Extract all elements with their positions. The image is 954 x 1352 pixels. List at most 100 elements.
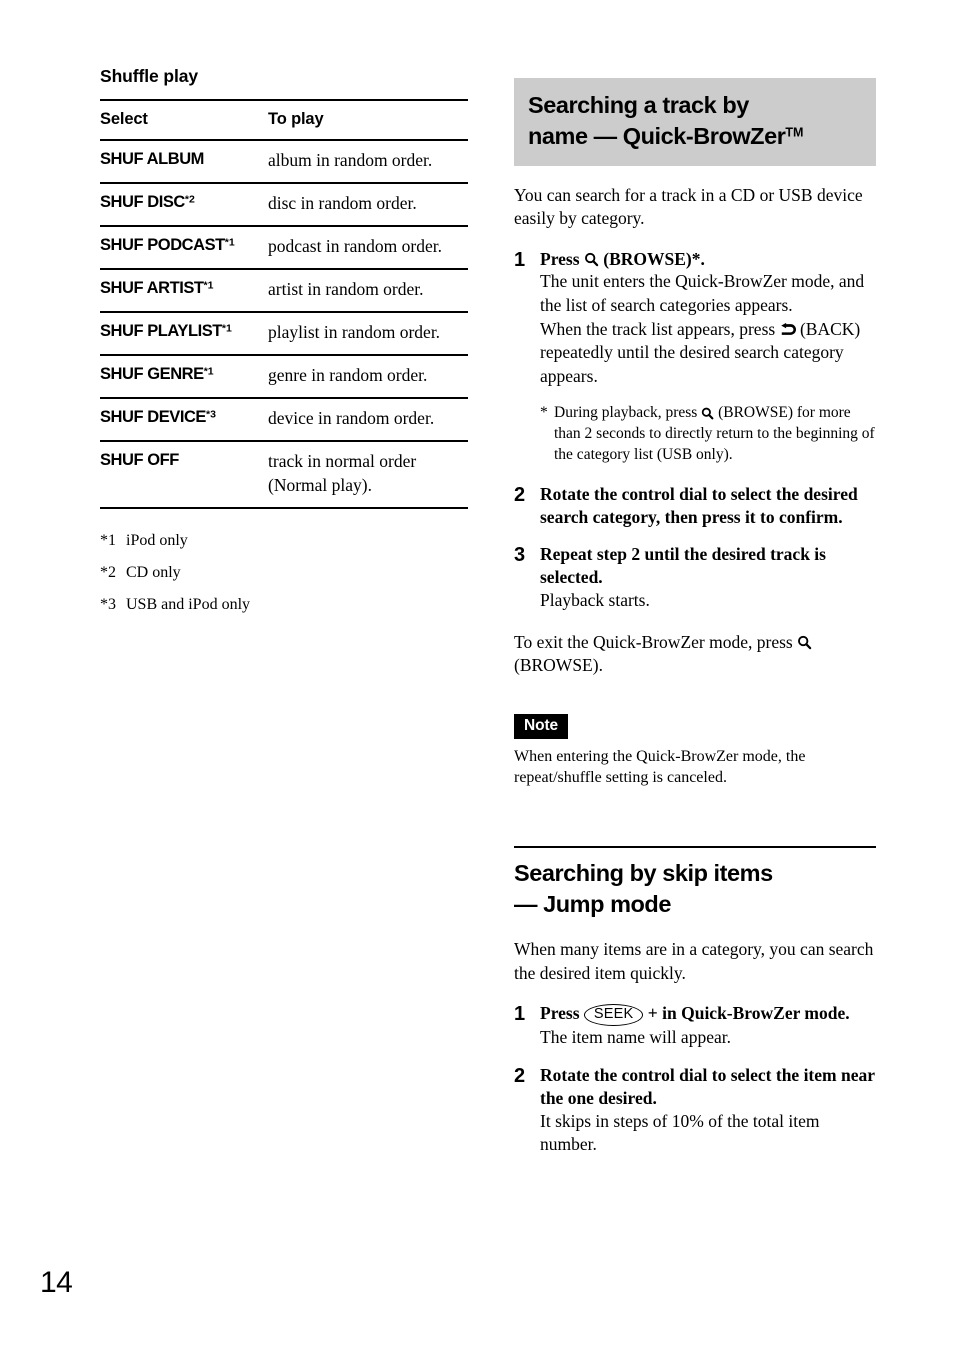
footnote-mark: *1 (100, 531, 116, 549)
cell-to-play: track in normal order (Normal play). (268, 439, 468, 509)
step-number: 1 (514, 248, 526, 271)
step-lead-prefix: Press (540, 248, 584, 269)
cell-select: SHUF DEVICE*3 (100, 396, 268, 441)
step-number: 3 (514, 544, 526, 567)
note-badge: Note (514, 713, 569, 739)
column-header-select: Select (100, 99, 268, 140)
table-row: SHUF ALBUM album in random order. (100, 139, 468, 183)
section1-intro: You can search for a track in a CD or US… (514, 184, 863, 229)
footnote-marker: *1 (203, 279, 214, 292)
seek-button-graphic: SEEK (583, 1004, 644, 1027)
step1-asterisk-note: * During playback, press (BROWSE) for mo… (540, 402, 876, 465)
cell-select: SHUF PLAYLIST*1 (100, 310, 268, 355)
footnote-list: *1 iPod only *2 CD only *3 USB and iPod … (100, 531, 468, 615)
step-item: 1 Press SEEK + in Quick-BrowZer mode. Th… (514, 1002, 876, 1050)
footnote-marker: *1 (203, 365, 214, 378)
section-divider-rule (514, 845, 876, 848)
table-row: SHUF DEVICE*3 device in random order. (100, 396, 468, 441)
step-sub-text: The item name will appear. (540, 1027, 731, 1048)
footnote-item: *3 USB and iPod only (100, 595, 468, 615)
step-item: 1 Press (BROWSE)*. The unit enters the Q… (514, 248, 876, 389)
step-lead-suffix: + in Quick-BrowZer mode. (643, 1003, 850, 1024)
cell-to-play: artist in random order. (268, 267, 468, 312)
footnote-text: CD only (126, 563, 181, 581)
page-number: 14 (40, 1266, 73, 1299)
shuffle-play-subheading: Shuffle play (100, 66, 198, 86)
step-number: 2 (514, 1064, 526, 1087)
note-block: Note When entering the Quick-BrowZer mod… (514, 678, 876, 789)
exit-suffix: (BROWSE). (514, 655, 603, 676)
section-heading-jump-mode: Searching by skip items — Jump mode (514, 858, 876, 921)
heading-line-1: Searching by skip items (514, 859, 773, 886)
cell-select: SHUF PODCAST*1 (100, 224, 268, 269)
step-sub-text-2: When the track list appears, press (BACK… (540, 318, 876, 389)
step-lead-suffix: (BROWSE)*. (598, 248, 705, 269)
step-item: 3 Repeat step 2 until the desired track … (514, 543, 876, 612)
cell-select: SHUF GENRE*1 (100, 353, 268, 398)
step-lead: Rotate the control dial to select the de… (540, 484, 858, 528)
asterisk-note-text: During playback, press (BROWSE) for more… (554, 402, 876, 465)
footnote-mark: *3 (100, 595, 116, 613)
footnote-item: *1 iPod only (100, 531, 468, 551)
select-label: SHUF ALBUM (100, 150, 204, 168)
section1-steps: 1 Press (BROWSE)*. The unit enters the Q… (514, 248, 876, 613)
left-column: Shuffle play Select To play SHUF ALBUM a… (100, 66, 468, 627)
section-heading-quick-browzer: Searching a track by name — Quick-BrowZer… (514, 78, 876, 166)
cell-select: SHUF OFF (100, 439, 268, 509)
asterisk-mark: * (540, 404, 548, 422)
cell-select: SHUF DISC*2 (100, 181, 268, 226)
cell-to-play: genre in random order. (268, 353, 468, 398)
table-row: SHUF OFF track in normal order (Normal p… (100, 439, 468, 509)
heading-line-2: — Jump mode (514, 890, 671, 917)
select-label: SHUF ARTIST (100, 278, 204, 297)
back-arrow-icon (780, 322, 796, 337)
step-sub-text: Playback starts. (540, 590, 650, 611)
table-row: SHUF PLAYLIST*1 playlist in random order… (100, 310, 468, 355)
select-label: SHUF OFF (100, 450, 179, 469)
cell-select: SHUF ARTIST*1 (100, 267, 268, 312)
trademark-symbol: TM (785, 125, 804, 140)
column-header-to-play: To play (268, 99, 468, 140)
footnote-marker: *1 (221, 322, 232, 335)
table-row: SHUF PODCAST*1 podcast in random order. (100, 224, 468, 269)
exit-instruction: To exit the Quick-BrowZer mode, press (B… (514, 631, 876, 678)
cell-to-play: podcast in random order. (268, 224, 468, 269)
select-label: SHUF PLAYLIST (100, 321, 222, 340)
select-label: SHUF DISC (100, 192, 185, 211)
footnote-text: USB and iPod only (126, 595, 251, 613)
step-item: 2 Rotate the control dial to select the … (514, 1064, 876, 1157)
step-lead: Rotate the control dial to select the it… (540, 1064, 875, 1108)
step-number: 2 (514, 484, 526, 507)
step-lead: Press SEEK + in Quick-BrowZer mode. (540, 1002, 876, 1027)
step-sub-text: It skips in steps of 10% of the total it… (540, 1110, 820, 1155)
magnifier-browse-icon (797, 635, 812, 650)
cell-to-play: playlist in random order. (268, 310, 468, 355)
step-number: 1 (514, 1003, 526, 1026)
magnifier-browse-icon (584, 252, 599, 267)
manual-page: Shuffle play Select To play SHUF ALBUM a… (0, 0, 954, 1352)
step-sub-text: The unit enters the Quick-BrowZer mode, … (540, 271, 865, 316)
table-row: SHUF ARTIST*1 artist in random order. (100, 267, 468, 312)
footnote-marker: *2 (184, 193, 195, 206)
step-lead: Press (BROWSE)*. (540, 248, 876, 271)
select-label: SHUF GENRE (100, 364, 204, 383)
select-label: SHUF DEVICE (100, 407, 206, 426)
right-column: Searching a track by name — Quick-BrowZer… (514, 78, 876, 1171)
footnote-mark: *2 (100, 563, 116, 581)
cell-to-play: album in random order. (268, 139, 468, 183)
table-row: SHUF DISC*2 disc in random order. (100, 181, 468, 226)
footnote-text: iPod only (126, 531, 188, 549)
shuffle-play-table: Select To play SHUF ALBUM album in rando… (100, 99, 468, 509)
step-lead-prefix: Press (540, 1003, 584, 1024)
cell-to-play: device in random order. (268, 396, 468, 441)
footnote-marker: *3 (205, 408, 216, 421)
footnote-item: *2 CD only (100, 563, 468, 583)
table-header-row: Select To play (100, 99, 468, 140)
magnifier-browse-icon (701, 407, 714, 420)
section2-steps: 1 Press SEEK + in Quick-BrowZer mode. Th… (514, 1002, 876, 1157)
cell-to-play: disc in random order. (268, 181, 468, 226)
heading-line-1: Searching a track by (528, 92, 749, 118)
section2-intro: When many items are in a category, you c… (514, 939, 874, 983)
note-text: When entering the Quick-BrowZer mode, th… (514, 747, 806, 787)
asterisk-prefix: During playback, press (554, 404, 702, 422)
